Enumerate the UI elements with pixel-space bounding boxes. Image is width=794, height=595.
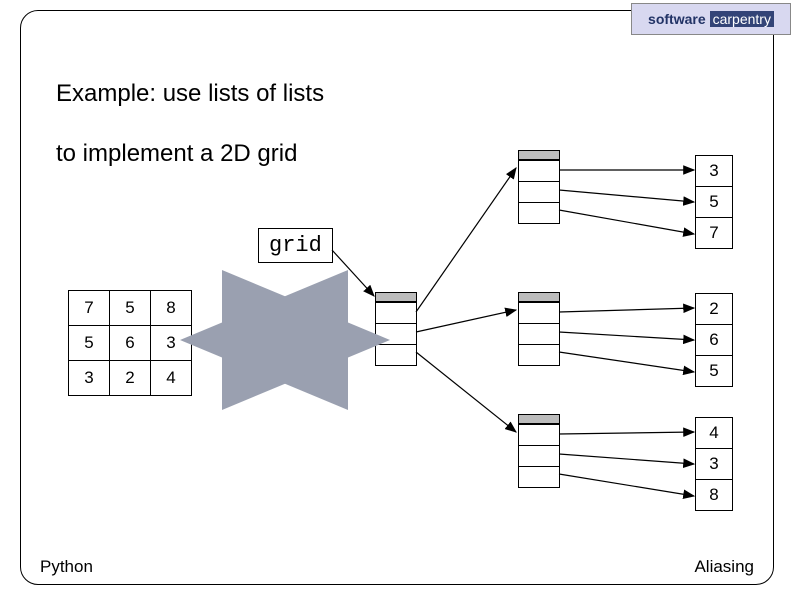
value-cell: 5 <box>695 187 733 218</box>
value-cell: 5 <box>695 356 733 387</box>
logo-word-carpentry: carpentry <box>710 11 774 27</box>
grid-variable-label: grid <box>258 228 333 263</box>
list-slot <box>519 323 559 344</box>
list-slot <box>519 424 559 445</box>
value-column-3: 4 3 8 <box>695 417 733 511</box>
list-slot <box>376 323 416 344</box>
footer-right-label: Aliasing <box>694 557 754 577</box>
value-column-2: 2 6 5 <box>695 293 733 387</box>
matrix-cell: 5 <box>69 326 110 361</box>
list-slot <box>519 302 559 323</box>
list-slot <box>519 466 559 487</box>
matrix-cell: 6 <box>110 326 151 361</box>
inner-list-box-3 <box>518 414 560 488</box>
matrix-cell: 5 <box>110 291 151 326</box>
matrix-cell: 3 <box>69 361 110 396</box>
logo-word-software: software <box>648 11 706 27</box>
inner-list-box-1 <box>518 150 560 224</box>
matrix-cell: 2 <box>110 361 151 396</box>
list-slot <box>376 344 416 365</box>
heading-line-1: Example: use lists of lists <box>56 80 324 108</box>
inner-list-box-2 <box>518 292 560 366</box>
matrix-cell: 3 <box>151 326 192 361</box>
list-slot <box>519 202 559 223</box>
value-cell: 2 <box>695 293 733 325</box>
table-row: 7 5 8 <box>69 291 192 326</box>
value-cell: 7 <box>695 218 733 249</box>
value-cell: 3 <box>695 155 733 187</box>
matrix-table: 7 5 8 5 6 3 3 2 4 <box>68 290 192 396</box>
list-header-bar <box>519 151 559 160</box>
footer-left-label: Python <box>40 557 93 577</box>
logo-software-carpentry: software carpentry <box>631 3 791 35</box>
list-header-bar <box>519 293 559 302</box>
list-slot <box>519 181 559 202</box>
list-header-bar <box>519 415 559 424</box>
value-cell: 8 <box>695 480 733 511</box>
matrix-cell: 7 <box>69 291 110 326</box>
table-row: 3 2 4 <box>69 361 192 396</box>
list-slot <box>519 160 559 181</box>
table-row: 5 6 3 <box>69 326 192 361</box>
value-cell: 4 <box>695 417 733 449</box>
value-cell: 3 <box>695 449 733 480</box>
value-cell: 6 <box>695 325 733 356</box>
matrix-cell: 8 <box>151 291 192 326</box>
outer-list-box <box>375 292 417 366</box>
list-slot <box>519 344 559 365</box>
list-slot <box>376 302 416 323</box>
list-slot <box>519 445 559 466</box>
matrix-cell: 4 <box>151 361 192 396</box>
value-column-1: 3 5 7 <box>695 155 733 249</box>
heading-line-2: to implement a 2D grid <box>56 140 297 168</box>
list-header-bar <box>376 293 416 302</box>
